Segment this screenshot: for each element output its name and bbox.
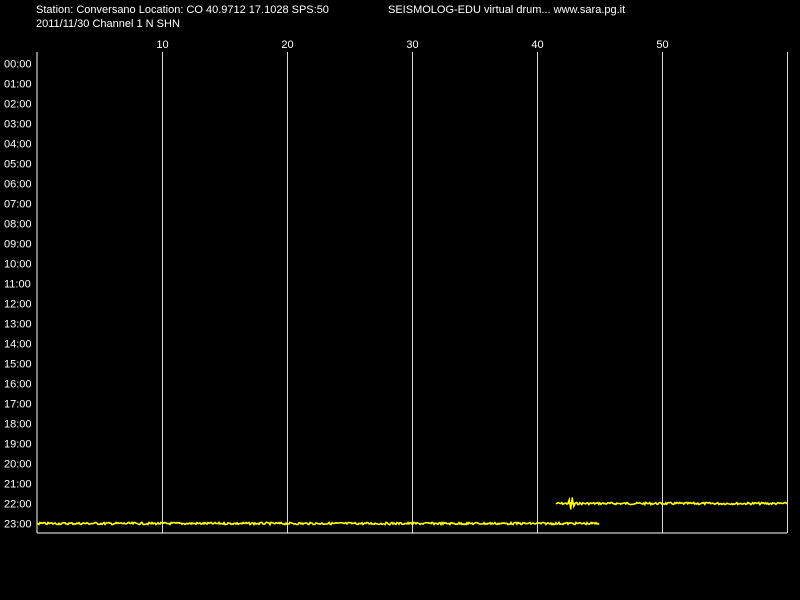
hour-label: 19:00 <box>4 439 32 451</box>
hour-label: 09:00 <box>4 239 32 251</box>
hour-label: 18:00 <box>4 419 32 431</box>
hour-label: 14:00 <box>4 339 32 351</box>
hour-label: 02:00 <box>4 99 32 111</box>
hour-label: 03:00 <box>4 119 32 131</box>
hour-label: 11:00 <box>4 279 31 291</box>
hour-label: 22:00 <box>4 499 32 511</box>
hour-label: 13:00 <box>4 319 32 331</box>
hour-label: 05:00 <box>4 159 32 171</box>
hour-label: 23:00 <box>4 519 32 531</box>
x-tick-label: 40 <box>531 39 543 51</box>
seismic-drum-chart: 10 20 30 40 50 00:00 01:00 02:00 03:00 04:00 05:00… <box>4 39 788 534</box>
hour-label: 17:00 <box>4 399 32 411</box>
hour-label: 07:00 <box>4 199 32 211</box>
hour-label: 15:00 <box>4 359 32 371</box>
seismic-trace-2200 <box>555 501 788 507</box>
hour-label: 01:00 <box>4 79 32 91</box>
hour-label: 21:00 <box>4 479 32 491</box>
hour-label: 04:00 <box>4 139 32 151</box>
hour-label: 06:00 <box>4 179 32 191</box>
x-tick-label: 30 <box>406 39 418 51</box>
hour-label: 08:00 <box>4 219 32 231</box>
hour-label: 00:00 <box>4 59 32 71</box>
hour-label: 16:00 <box>4 379 32 391</box>
x-tick-label: 10 <box>156 39 168 51</box>
hour-label: 10:00 <box>4 259 32 271</box>
x-tick-label: 20 <box>281 39 293 51</box>
x-tick-label: 50 <box>656 39 668 51</box>
seismograph-window: Station: Conversano Location: CO 40.9712… <box>0 0 800 600</box>
hour-label: 12:00 <box>4 299 32 311</box>
seismic-trace-2300 <box>36 520 600 527</box>
hour-label: 20:00 <box>4 459 32 471</box>
